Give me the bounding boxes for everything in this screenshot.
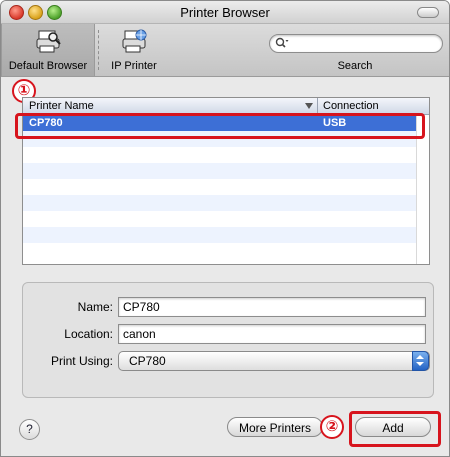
print-using-row: Print Using: CP780	[23, 351, 433, 371]
location-label: Location:	[64, 327, 113, 341]
search-field[interactable]	[269, 34, 443, 53]
search-input[interactable]	[292, 36, 436, 52]
step-2-annotation: ②	[320, 415, 344, 439]
name-field[interactable]	[118, 297, 426, 317]
print-using-select[interactable]: CP780	[118, 351, 430, 371]
empty-row	[23, 179, 429, 195]
printer-browser-window: Printer Browser Default Browser IP Print…	[0, 0, 450, 457]
more-printers-button[interactable]: More Printers	[227, 417, 323, 437]
column-header-printer-name[interactable]: Printer Name	[29, 100, 94, 112]
name-input[interactable]	[119, 298, 423, 316]
name-label: Name:	[77, 300, 113, 314]
toolbar-separator	[98, 30, 99, 70]
empty-row	[23, 195, 429, 211]
default-browser-printer-icon	[36, 30, 61, 53]
empty-row	[23, 227, 429, 243]
default-browser-label: Default Browser	[8, 60, 88, 72]
print-using-label: Print Using:	[50, 354, 113, 368]
location-row: Location:	[23, 324, 433, 344]
location-field[interactable]	[118, 324, 426, 344]
empty-row	[23, 243, 429, 259]
printer-details-panel: Name: Location: Print Using: CP780	[22, 282, 434, 398]
ip-printer-icon	[122, 29, 147, 53]
ip-printer-label: IP Printer	[111, 60, 157, 72]
sort-descending-icon	[305, 103, 313, 109]
column-divider	[317, 98, 318, 114]
search-icon	[275, 37, 289, 48]
column-header-connection[interactable]: Connection	[323, 100, 379, 112]
name-row: Name:	[23, 297, 433, 317]
empty-row	[23, 147, 429, 163]
default-browser-tab[interactable]: Default Browser	[1, 24, 95, 76]
empty-row	[23, 163, 429, 179]
add-button[interactable]: Add	[355, 417, 431, 437]
toolbar-toggle-button[interactable]	[417, 7, 439, 18]
print-using-value: CP780	[129, 354, 166, 368]
ip-printer-tab[interactable]: IP Printer	[104, 24, 164, 76]
step-1-highlight-box	[15, 113, 425, 139]
empty-row	[23, 211, 429, 227]
window-title: Printer Browser	[180, 5, 270, 20]
help-button[interactable]: ?	[19, 419, 40, 440]
search-label: Search	[337, 60, 373, 72]
title-bar: Printer Browser	[1, 1, 449, 24]
popup-arrows-icon	[412, 351, 429, 371]
toolbar: Default Browser IP Printer Search	[1, 24, 449, 77]
location-input[interactable]	[119, 325, 423, 343]
